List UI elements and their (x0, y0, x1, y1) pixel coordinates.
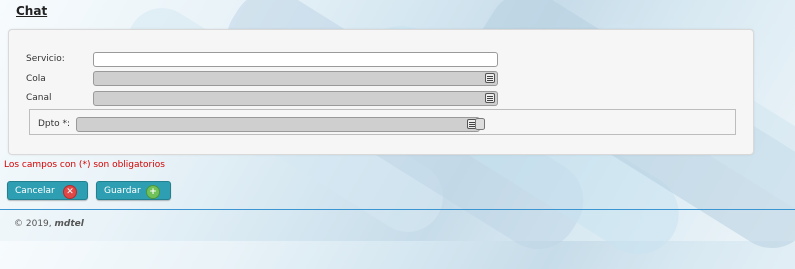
cancel-button[interactable]: Cancelar ✕ (7, 181, 88, 200)
list-icon[interactable] (485, 93, 495, 103)
canal-select[interactable] (93, 91, 498, 106)
cola-label: Cola (26, 74, 46, 84)
save-button[interactable]: Guardar + (96, 181, 171, 200)
cola-select[interactable] (93, 71, 498, 86)
form-panel: Servicio: Cola Canal Dpto *: (8, 29, 754, 155)
required-fields-note: Los campos con (*) son obligatorios (4, 160, 165, 170)
footer: © 2019, mdtel (14, 219, 84, 229)
footer-divider (0, 209, 795, 210)
close-circle-icon: ✕ (63, 185, 77, 199)
brand-name: mdtel (54, 219, 84, 229)
plus-circle-icon: + (146, 185, 160, 199)
dpto-label: Dpto *: (38, 119, 71, 129)
save-button-label: Guardar (104, 185, 141, 196)
cancel-button-label: Cancelar (15, 185, 55, 196)
canal-label: Canal (26, 93, 52, 103)
database-icon[interactable] (475, 118, 485, 130)
servicio-input[interactable] (93, 52, 498, 67)
dpto-select[interactable] (76, 117, 480, 132)
list-icon[interactable] (485, 73, 495, 83)
servicio-label: Servicio: (26, 54, 65, 64)
dpto-fieldset: Dpto *: (29, 109, 736, 135)
page-title: Chat (16, 4, 48, 18)
copyright-text: © 2019, (14, 219, 55, 229)
